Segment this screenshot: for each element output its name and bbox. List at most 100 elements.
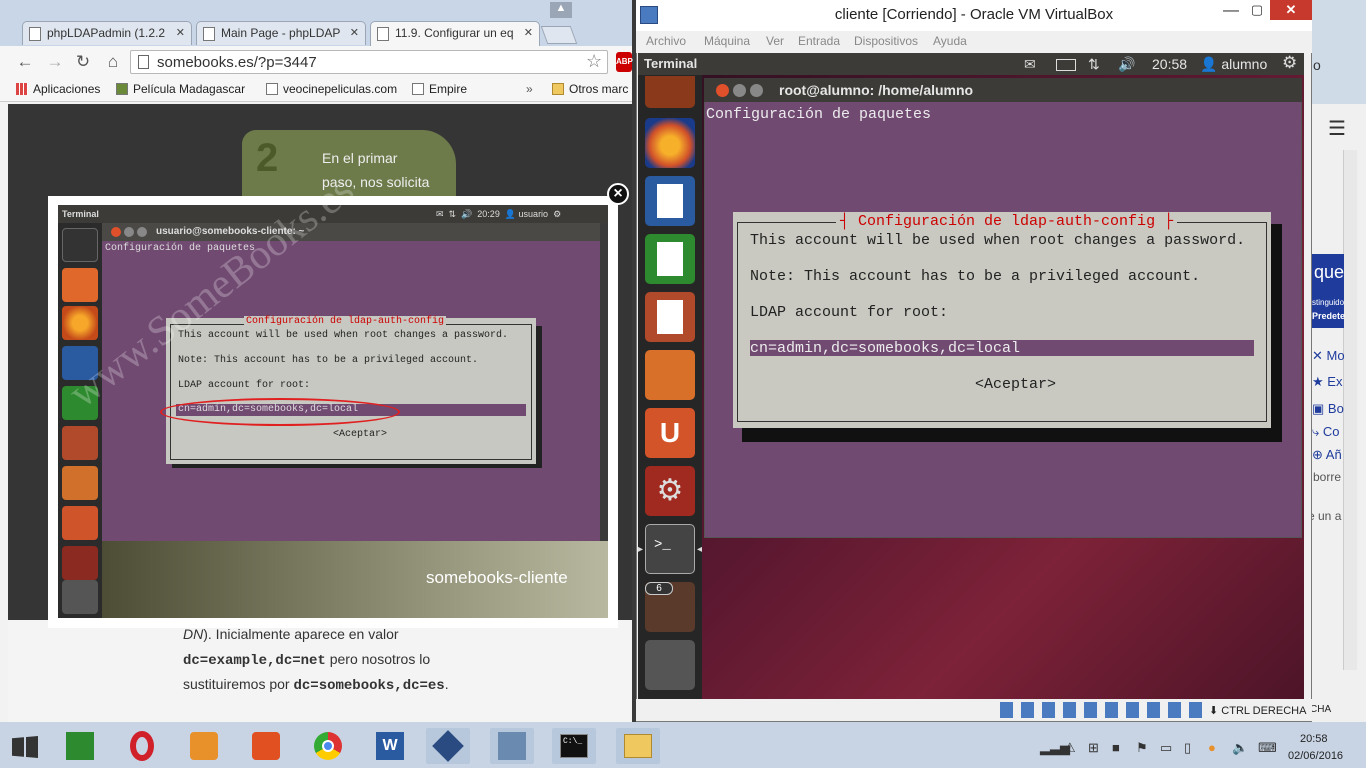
menu-entrada[interactable]: Entrada [798,34,840,48]
terminal-line: Configuración de paquetes [706,106,932,123]
forward-icon[interactable]: → [44,52,66,72]
menu-dispositivos[interactable]: Dispositivos [854,34,918,48]
profile-icon[interactable]: ▲ [550,2,572,18]
network-tray-icon[interactable]: ▭ [1160,740,1172,756]
scrollbar[interactable] [1343,150,1357,670]
tab-label: phpLDAPadmin (1.2.2 [47,26,166,40]
reload-icon[interactable]: ↻ [72,52,94,72]
ubuntu-one-icon[interactable]: U [645,408,695,458]
gear-icon[interactable]: ⚙ [1282,53,1297,73]
close-tab-icon[interactable]: ✕ [350,26,359,39]
panel-app-title: Terminal [644,56,698,71]
bg-link: ★ Ex [1312,374,1343,389]
taskbar-time[interactable]: 20:58 [1300,733,1328,745]
writer-icon[interactable] [645,176,695,226]
minimize-icon [124,227,134,237]
store-icon [66,732,94,760]
taskbar-chrome[interactable] [306,728,350,764]
impress-icon[interactable] [645,292,695,342]
volume-icon[interactable]: 🔊 [1118,56,1135,73]
bg-text: borre [1313,470,1342,484]
battery-icon[interactable] [1056,59,1076,71]
files-icon[interactable] [645,76,695,108]
ok-button[interactable]: <Aceptar> [975,376,1056,393]
nvidia-icon[interactable]: ■ [1112,740,1120,755]
windows-start-icon[interactable] [12,736,38,758]
keyboard-icon[interactable]: ⌨ [1258,740,1277,756]
taskbar-media[interactable] [182,728,226,764]
close-icon[interactable] [716,84,729,97]
windows-icon[interactable]: ⊞ [1088,740,1099,756]
terminal-icon[interactable]: >_ [645,524,695,574]
close-tab-icon[interactable]: ✕ [524,26,533,39]
ldap-account-input[interactable]: cn=admin,dc=somebooks,dc=local [750,340,1254,357]
adblock-icon[interactable]: ABP [616,52,633,72]
maximize-icon[interactable] [750,84,763,97]
bookmark-veocine[interactable]: veocinepeliculas.com [266,82,397,96]
close-tab-icon[interactable]: ✕ [176,26,185,39]
workspace-badge: 6 [645,582,673,595]
flag-icon[interactable]: ⚑ [1136,740,1148,756]
taskbar-network[interactable] [490,728,534,764]
menu-ayuda[interactable]: Ayuda [933,34,967,48]
active-indicator: ◂ [697,544,703,555]
bookmark-star-icon[interactable]: ☆ [586,51,602,72]
bg-link-text: Añ [1325,447,1342,462]
maximize-button[interactable]: ▢ [1244,2,1270,20]
firefox-icon[interactable] [645,118,695,168]
bookmark-label: Aplicaciones [33,82,101,96]
network-icon[interactable]: ⇅ [1088,56,1100,73]
menu-maquina[interactable]: Máquina [704,34,750,48]
system-settings-icon[interactable]: ⚙ [645,466,695,516]
impress-icon [62,426,98,460]
bookmark-madagascar[interactable]: Película Madagascar 3 [116,82,245,96]
tab-main-page[interactable]: Main Page - phpLDAP ✕ [196,21,366,45]
menu-archivo[interactable]: Archivo [646,34,686,48]
device-icons[interactable] [1000,702,1206,718]
calc-icon[interactable] [645,234,695,284]
taskbar-explorer[interactable] [616,728,660,764]
menu-icon[interactable]: ☰ [1328,116,1346,141]
cmd-icon: C:\_ [560,734,588,758]
taskbar-cmd[interactable]: C:\_ [552,728,596,764]
paragraph-line: DN). Inicialmente aparece en valor [183,626,399,642]
lightbox-close-icon[interactable]: × [607,183,629,205]
taskbar-word[interactable]: W [368,728,412,764]
tab-phpldapadmin[interactable]: phpLDAPadmin (1.2.2 ✕ [22,21,192,45]
bookmark-empire[interactable]: Empire [412,82,467,96]
bookmark-apps[interactable]: Aplicaciones [16,82,100,96]
taskbar-store[interactable] [58,728,102,764]
new-tab-button[interactable] [540,26,578,44]
active-indicator: ▸ [638,544,644,555]
bg-text: Predete [1312,311,1346,321]
panel-clock[interactable]: 20:58 [1152,56,1187,72]
trash-icon[interactable] [645,640,695,690]
tab-configurar[interactable]: 11.9. Configurar un eq ✕ [370,21,540,47]
close-button[interactable]: ✕ [1270,0,1312,20]
mail-icon[interactable]: ✉ [1024,56,1036,73]
code-text: dc=somebooks,dc=es [293,678,445,694]
bookmark-other[interactable]: Otros marc [552,82,628,96]
taskbar-opera[interactable] [120,728,164,764]
bookmarks-overflow-icon[interactable]: » [526,82,533,96]
address-bar[interactable]: somebooks.es/?p=3447 [130,50,608,74]
alert-icon[interactable]: ⚠ [1064,740,1076,756]
avast-icon[interactable]: ● [1208,740,1216,755]
minimize-icon[interactable] [733,84,746,97]
minimize-button[interactable]: — [1218,2,1244,20]
taskbar-recorder[interactable] [244,728,288,764]
back-icon[interactable]: ← [14,52,36,72]
bg-link-text: Ex [1327,374,1343,389]
terminal-title: root@alumno: /home/alumno [779,82,974,98]
taskbar-virtualbox[interactable] [426,728,470,764]
software-center-icon[interactable] [645,350,695,400]
text: sustituiremos por [183,676,294,692]
home-icon[interactable]: ⌂ [102,52,124,72]
battery-tray-icon[interactable]: ▯ [1184,740,1191,756]
volume-icon[interactable]: 🔈 [1232,740,1248,756]
panel-user[interactable]: 👤 alumno [1200,56,1267,73]
menu-ver[interactable]: Ver [766,34,784,48]
taskbar-date[interactable]: 02/06/2016 [1288,750,1343,762]
bookmark-label: Otros marc [569,82,629,96]
bg-link: ▣ Bo [1312,401,1344,416]
